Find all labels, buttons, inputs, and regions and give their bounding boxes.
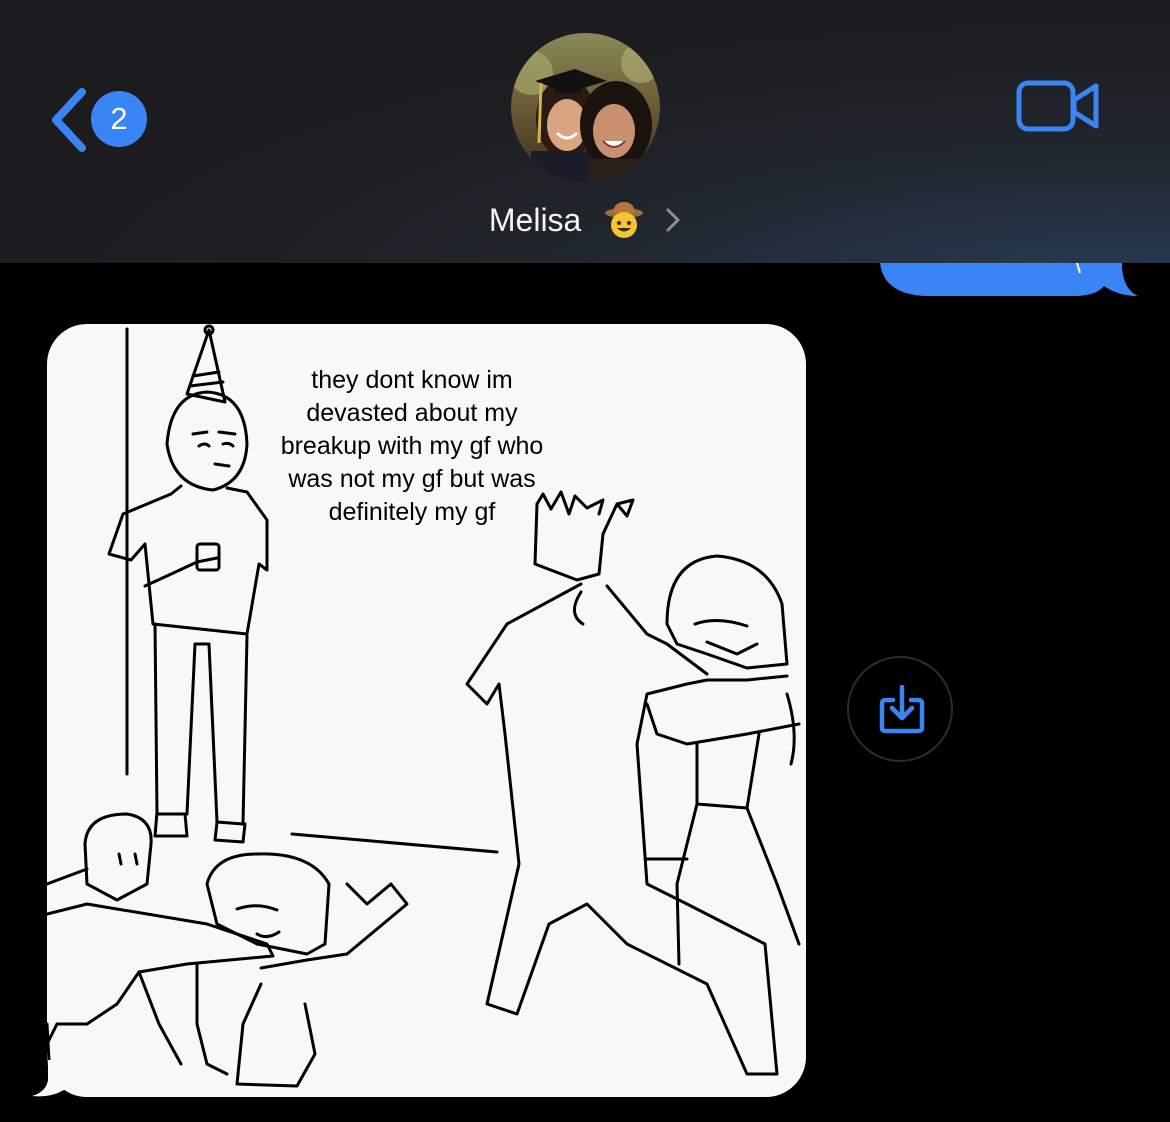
meme-caption-line: devasted about my — [306, 399, 518, 427]
bubble-tail — [32, 1060, 64, 1097]
meme-caption-line: definitely my gf — [328, 498, 496, 526]
meme-caption-line: they dont know im — [311, 366, 513, 394]
meme-caption-line: was not my gf but was — [288, 465, 536, 493]
save-image-button[interactable] — [847, 656, 953, 762]
download-icon — [879, 684, 925, 734]
meme-caption-line: breakup with my gf who — [280, 432, 544, 460]
meme-caption: they dont know im devasted about my brea… — [237, 364, 587, 529]
received-image-message[interactable]: they dont know im devasted about my brea… — [47, 324, 806, 1097]
sent-message-bubble[interactable] — [0, 0, 1170, 300]
